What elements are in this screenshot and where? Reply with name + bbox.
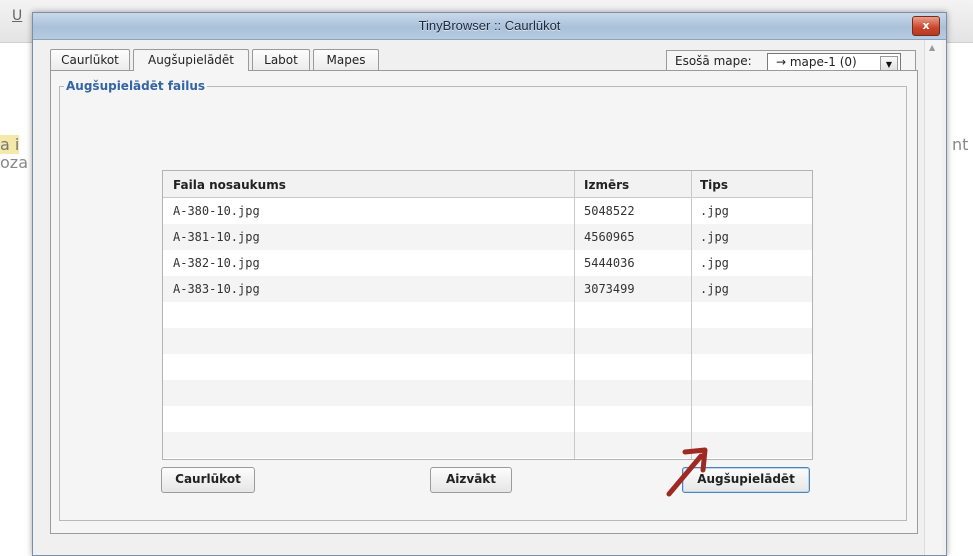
upload-file-table: Faila nosaukums Izmērs Tips A-380-10.jpg… bbox=[162, 170, 813, 460]
table-row[interactable]: A-382-10.jpg 5444036 .jpg bbox=[163, 250, 812, 276]
remove-button[interactable]: Aizvākt bbox=[430, 467, 512, 493]
upload-tab-content: Augšupielādēt failus Faila nosaukums Izm… bbox=[50, 70, 918, 534]
tab-browse[interactable]: Caurlūkot bbox=[50, 49, 130, 70]
column-divider bbox=[574, 171, 575, 459]
column-header-type[interactable]: Tips bbox=[700, 178, 728, 192]
dialog-body: ▲ Caurlūkot Augšupielādēt Labot Mapes Es… bbox=[37, 40, 942, 555]
column-divider bbox=[691, 171, 692, 459]
vertical-scrollbar[interactable]: ▲ bbox=[924, 40, 942, 555]
empty-row bbox=[163, 380, 812, 406]
file-name: A-381-10.jpg bbox=[173, 230, 260, 244]
column-header-size[interactable]: Izmērs bbox=[584, 178, 629, 192]
editor-text-fragment: a i bbox=[0, 135, 20, 154]
editor-text-fragment: oza bbox=[0, 153, 28, 172]
close-icon[interactable]: x bbox=[912, 16, 940, 36]
file-size: 5444036 bbox=[584, 256, 635, 270]
current-folder-select[interactable]: → mape-1 (0) ▼ bbox=[767, 53, 901, 74]
file-type: .jpg bbox=[700, 204, 729, 218]
file-name: A-383-10.jpg bbox=[173, 282, 260, 296]
empty-row bbox=[163, 354, 812, 380]
current-folder-value: → mape-1 (0) bbox=[776, 55, 857, 69]
file-name: A-382-10.jpg bbox=[173, 256, 260, 270]
file-name: A-380-10.jpg bbox=[173, 204, 260, 218]
editor-toolbar-underline-button[interactable]: U bbox=[12, 8, 22, 24]
file-type: .jpg bbox=[700, 230, 729, 244]
empty-row bbox=[163, 328, 812, 354]
file-size: 3073499 bbox=[584, 282, 635, 296]
browse-button[interactable]: Caurlūkot bbox=[161, 467, 255, 493]
file-type: .jpg bbox=[700, 256, 729, 270]
current-folder-label: Esošā mape: bbox=[675, 54, 752, 68]
table-header: Faila nosaukums Izmērs Tips bbox=[163, 171, 812, 198]
file-type: .jpg bbox=[700, 282, 729, 296]
table-row[interactable]: A-380-10.jpg 5048522 .jpg bbox=[163, 198, 812, 224]
column-header-filename[interactable]: Faila nosaukums bbox=[173, 178, 286, 192]
dialog-title: TinyBrowser :: Caurlūkot bbox=[418, 18, 561, 33]
file-size: 4560965 bbox=[584, 230, 635, 244]
tabs-panel: Caurlūkot Augšupielādēt Labot Mapes Esoš… bbox=[50, 49, 918, 534]
table-row[interactable]: A-381-10.jpg 4560965 .jpg bbox=[163, 224, 812, 250]
tab-upload[interactable]: Augšupielādēt bbox=[133, 49, 249, 71]
arrow-icon bbox=[666, 447, 708, 497]
tab-edit[interactable]: Labot bbox=[252, 49, 310, 70]
upload-legend: Augšupielādēt failus bbox=[66, 79, 206, 93]
scroll-up-icon[interactable]: ▲ bbox=[929, 43, 935, 52]
empty-row bbox=[163, 406, 812, 432]
file-size: 5048522 bbox=[584, 204, 635, 218]
editor-text-fragment: nt bbox=[952, 135, 969, 154]
tinybrowser-dialog: TinyBrowser :: Caurlūkot x ▲ Caurlūkot A… bbox=[32, 12, 947, 556]
table-row[interactable]: A-383-10.jpg 3073499 .jpg bbox=[163, 276, 812, 302]
tab-folders[interactable]: Mapes bbox=[313, 49, 379, 70]
empty-row bbox=[163, 302, 812, 328]
dialog-titlebar[interactable]: TinyBrowser :: Caurlūkot x bbox=[33, 13, 946, 40]
